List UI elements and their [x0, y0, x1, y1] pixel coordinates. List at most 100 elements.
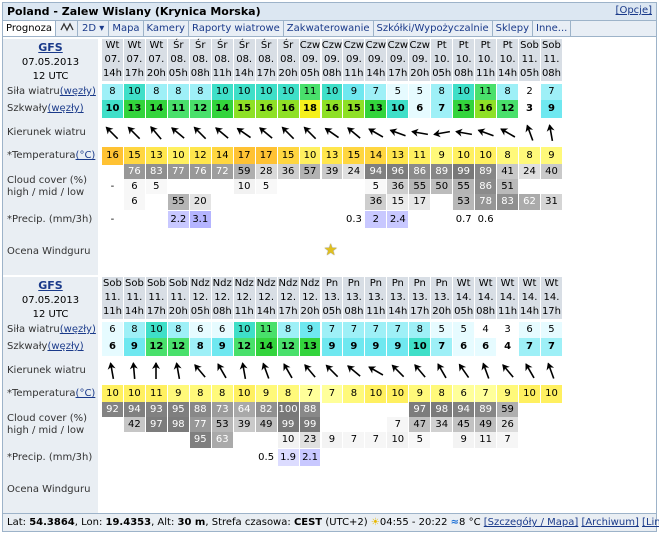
precip-cell	[256, 211, 277, 228]
wind-arrow-icon	[343, 357, 364, 385]
cloud-high-cell: 40	[541, 164, 562, 179]
temp-units-link[interactable]: (°C)	[76, 150, 96, 162]
temperature-cell: 17	[255, 147, 277, 165]
wind-cell: 9	[299, 322, 321, 338]
gust-cell: 9	[321, 338, 343, 356]
gust-cell: 9	[387, 338, 409, 356]
date-cell: 09.	[299, 53, 321, 67]
tab-inne-[interactable]: Inne...	[533, 21, 572, 36]
cloud-high-cell	[541, 402, 562, 417]
wind-cell: 8	[167, 322, 189, 338]
cloud-low-cell	[300, 194, 321, 210]
gust-cell: 10	[102, 100, 123, 118]
cloud-high-cell: 59	[233, 164, 255, 179]
archive-link[interactable]: [Archiwum]	[581, 517, 638, 528]
date-cell: 07.	[123, 53, 145, 67]
temperature-cell: 10	[102, 385, 123, 403]
cloud-low-cell: 31	[541, 194, 562, 210]
model-link[interactable]: GFS	[38, 41, 62, 54]
cloud-mid-cell: 51	[497, 179, 519, 194]
model-date: 07.05.2013	[21, 295, 80, 306]
wind-cell: 9	[343, 84, 365, 100]
wind-arrow-icon	[519, 357, 540, 385]
options-link[interactable]: [Opcje]	[616, 5, 652, 16]
cloud-high-cell: 24	[343, 164, 365, 179]
gust-cell: 10	[387, 100, 409, 118]
model-link[interactable]: GFS	[38, 279, 62, 292]
day-cell: Wt	[123, 39, 145, 53]
tab-sklepy[interactable]: Sklepy	[493, 21, 533, 36]
tab-szkółki-wypożyczalnie[interactable]: Szkółki/Wypożyczalnie	[374, 21, 493, 36]
day-cell: Czw	[343, 39, 365, 53]
wind-cell: 5	[453, 322, 475, 338]
temperature-cell: 10	[453, 147, 475, 165]
tab-kamery[interactable]: Kamery	[144, 21, 189, 36]
cloud-high-cell: 86	[409, 164, 431, 179]
temperature-cell: 8	[343, 385, 365, 403]
tab-raporty-wiatrowe[interactable]: Raporty wiatrowe	[189, 21, 284, 36]
temperature-cell: 15	[277, 147, 299, 165]
temperature-cell: 7	[475, 385, 497, 403]
precip-cell	[519, 211, 540, 228]
cloud-label: Cloud cover (%) high / mid / low	[7, 175, 88, 198]
date-cell: 13.	[365, 291, 387, 305]
link-link[interactable]: [Link]	[642, 517, 659, 528]
hour-cell: 20h	[167, 305, 189, 319]
cloud-high-cell: 39	[321, 164, 343, 179]
gust-cell: 13	[299, 338, 321, 356]
gust-units-link[interactable]: (węzły)	[47, 103, 83, 115]
tab-zakwaterowanie[interactable]: Zakwaterowanie	[284, 21, 374, 36]
wind-arrow-icon	[146, 119, 167, 147]
day-cell: Czw	[387, 39, 409, 53]
wind-cell: 10	[453, 84, 475, 100]
cloud-mid-cell: 7	[387, 417, 409, 432]
wind-arrow-icon	[102, 119, 123, 147]
gust-units-link[interactable]: (węzły)	[47, 341, 83, 353]
cloud-mid-cell	[102, 417, 123, 432]
cloud-label: Cloud cover (%) high / mid / low	[7, 413, 88, 436]
tab-2d[interactable]: 2D ▾	[78, 21, 110, 36]
cloud-high-cell: 36	[277, 164, 299, 179]
day-cell: Ndz	[299, 277, 321, 291]
lat-label: Lat:	[7, 517, 26, 528]
precip-cell: 3.1	[189, 211, 211, 228]
day-cell: Śr	[233, 39, 255, 53]
details-link[interactable]: [Szczegóły / Mapa]	[484, 517, 578, 528]
cloud-low-cell	[256, 194, 277, 210]
date-cell: 08.	[189, 53, 211, 67]
temperature-cell: 9	[431, 147, 453, 165]
gust-cell: 13	[365, 100, 387, 118]
wind-cell: 6	[211, 322, 233, 338]
wind-units-link[interactable]: (węzły)	[60, 324, 96, 336]
precip-cell: 2	[365, 211, 387, 228]
wind-arrow-icon	[322, 357, 343, 385]
cloud-mid-cell	[300, 179, 321, 194]
water-icon: ≈	[450, 517, 460, 528]
temperature-cell: 13	[387, 147, 409, 165]
date-cell: 14.	[541, 291, 562, 305]
date-cell: 09.	[321, 53, 343, 67]
cloud-high-cell: 28	[255, 164, 277, 179]
day-cell: Sob	[145, 277, 167, 291]
cloud-high-cell: 89	[431, 164, 453, 179]
wind-units-link[interactable]: (węzły)	[60, 86, 96, 98]
gust-cell: 11	[167, 100, 189, 118]
cloud-high-cell	[102, 164, 123, 179]
wind-arrow-icon	[278, 119, 299, 147]
tab-mapa[interactable]: Mapa	[109, 21, 144, 36]
gust-cell: 15	[343, 100, 365, 118]
precip-cell: -	[110, 214, 115, 225]
cloud-high-cell: 94	[365, 164, 387, 179]
cloud-low-cell: 63	[211, 432, 233, 448]
day-cell: Śr	[211, 39, 233, 53]
cloud-low-cell: 11	[475, 432, 497, 448]
forecast-block-1: GFS 07.05.2013 12 UTC Siła wiatru (węzły) Sz…	[3, 39, 656, 275]
temp-units-link[interactable]: (°C)	[76, 388, 96, 400]
cloud-high-cell: 95	[167, 402, 189, 417]
cloud-high-cell: 73	[211, 402, 233, 417]
wave-icon[interactable]	[56, 21, 79, 36]
cloud-mid-cell: 10	[233, 179, 255, 194]
forecast-window: Poland - Zalew Wislany (Krynica Morska) …	[2, 2, 659, 532]
wind-arrow-icon	[343, 119, 364, 147]
tab-prognoza[interactable]: Prognoza	[3, 21, 57, 36]
